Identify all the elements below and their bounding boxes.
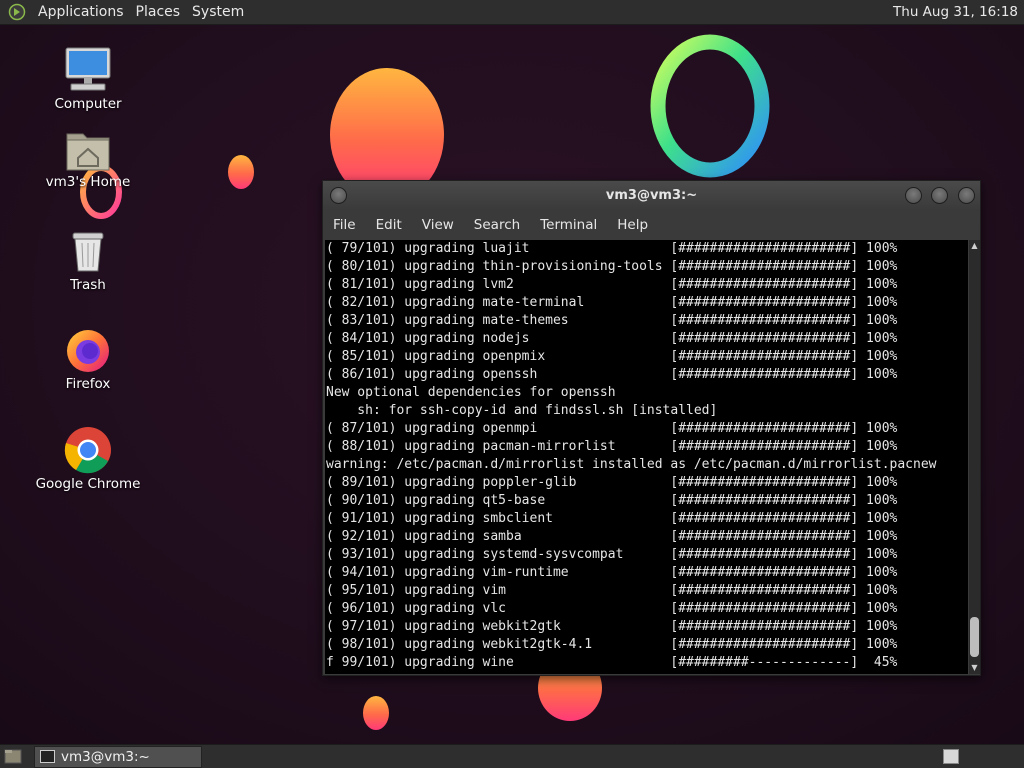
workspace-switcher[interactable] (943, 749, 959, 764)
desktop-icon-chrome[interactable]: Google Chrome (33, 426, 143, 492)
trash-icon (72, 232, 104, 272)
terminal-icon (40, 750, 55, 763)
desktop-icon-label: Firefox (65, 376, 111, 392)
home-folder-icon (66, 133, 110, 171)
desktop-icon-firefox[interactable]: Firefox (33, 326, 143, 392)
terminal-line: ( 81/101) upgrading lvm2 [##############… (326, 277, 898, 292)
maximize-button[interactable] (931, 187, 948, 204)
terminal-line: ( 79/101) upgrading luajit [############… (326, 241, 898, 256)
terminal-line: ( 91/101) upgrading smbclient [#########… (326, 511, 898, 526)
terminal-line: f 99/101) upgrading wine [#########-----… (326, 655, 898, 670)
scroll-up-arrow-icon[interactable]: ▲ (970, 241, 979, 250)
terminal-line: ( 83/101) upgrading mate-themes [#######… (326, 313, 898, 328)
terminal-line: ( 94/101) upgrading vim-runtime [#######… (326, 565, 898, 580)
taskbar-terminal-button[interactable]: vm3@vm3:~ (34, 746, 202, 768)
scroll-down-arrow-icon[interactable]: ▼ (970, 663, 979, 672)
terminal-window[interactable]: vm3@vm3:~ File Edit View Search Terminal… (322, 180, 981, 676)
menu-file[interactable]: File (323, 217, 366, 233)
terminal-line: ( 97/101) upgrading webkit2gtk [########… (326, 619, 898, 634)
window-title: vm3@vm3:~ (605, 188, 698, 203)
clock[interactable]: Thu Aug 31, 16:18 (893, 4, 1018, 20)
bottom-panel: vm3@vm3:~ (0, 744, 1024, 768)
desktop-icon-computer[interactable]: Computer (33, 46, 143, 112)
terminal-line: ( 85/101) upgrading openpmix [##########… (326, 349, 898, 364)
scrollbar-thumb[interactable] (970, 617, 979, 657)
terminal-line: New optional dependencies for openssh (326, 385, 616, 400)
window-menu-button[interactable] (330, 187, 347, 204)
show-desktop-icon[interactable] (4, 748, 22, 765)
terminal-line: ( 98/101) upgrading webkit2gtk-4.1 [####… (326, 637, 898, 652)
menu-terminal[interactable]: Terminal (530, 217, 607, 233)
terminal-scrollbar[interactable]: ▲ ▼ (969, 240, 980, 674)
applications-menu[interactable]: Applications (32, 4, 130, 20)
terminal-line: ( 95/101) upgrading vim [###############… (326, 583, 898, 598)
window-titlebar[interactable]: vm3@vm3:~ (323, 181, 980, 210)
system-menu[interactable]: System (186, 4, 250, 20)
desktop-icon-home[interactable]: vm3's Home (33, 128, 143, 190)
menu-search[interactable]: Search (464, 217, 530, 233)
terminal-line: ( 80/101) upgrading thin-provisioning-to… (326, 259, 898, 274)
terminal-line: ( 86/101) upgrading openssh [###########… (326, 367, 898, 382)
terminal-line: ( 82/101) upgrading mate-terminal [#####… (326, 295, 898, 310)
terminal-line: ( 93/101) upgrading systemd-sysvcompat [… (326, 547, 898, 562)
mate-logo-icon[interactable] (8, 3, 26, 21)
terminal-line: ( 87/101) upgrading openmpi [###########… (326, 421, 898, 436)
places-menu[interactable]: Places (130, 4, 187, 20)
chrome-icon (64, 427, 111, 474)
terminal-line: ( 92/101) upgrading samba [#############… (326, 529, 898, 544)
terminal-line: ( 90/101) upgrading qt5-base [##########… (326, 493, 898, 508)
minimize-button[interactable] (905, 187, 922, 204)
menu-view[interactable]: View (412, 217, 464, 233)
terminal-line: ( 84/101) upgrading nodejs [############… (326, 331, 898, 346)
terminal-line: sh: for ssh-copy-id and findssl.sh [inst… (326, 403, 718, 418)
menu-edit[interactable]: Edit (366, 217, 412, 233)
desktop-icon-label: vm3's Home (45, 174, 131, 190)
top-panel: Applications Places System Thu Aug 31, 1… (0, 0, 1024, 25)
computer-icon (65, 47, 111, 91)
terminal-line: warning: /etc/pacman.d/mirrorlist instal… (326, 457, 937, 472)
desktop-icon-label: Google Chrome (35, 476, 141, 492)
close-button[interactable] (958, 187, 975, 204)
firefox-icon (67, 330, 109, 372)
terminal-line: ( 88/101) upgrading pacman-mirrorlist [#… (326, 439, 898, 454)
desktop-icon-label: Trash (70, 277, 106, 293)
terminal-output[interactable]: ( 79/101) upgrading luajit [############… (325, 240, 968, 674)
menu-help[interactable]: Help (607, 217, 658, 233)
desktop-icon-label: Computer (54, 96, 122, 112)
terminal-line: ( 96/101) upgrading vlc [###############… (326, 601, 898, 616)
taskbar-label: vm3@vm3:~ (61, 749, 150, 765)
desktop-icon-trash[interactable]: Trash (33, 229, 143, 293)
terminal-line: ( 89/101) upgrading poppler-glib [######… (326, 475, 898, 490)
terminal-menubar: File Edit View Search Terminal Help (323, 211, 980, 239)
